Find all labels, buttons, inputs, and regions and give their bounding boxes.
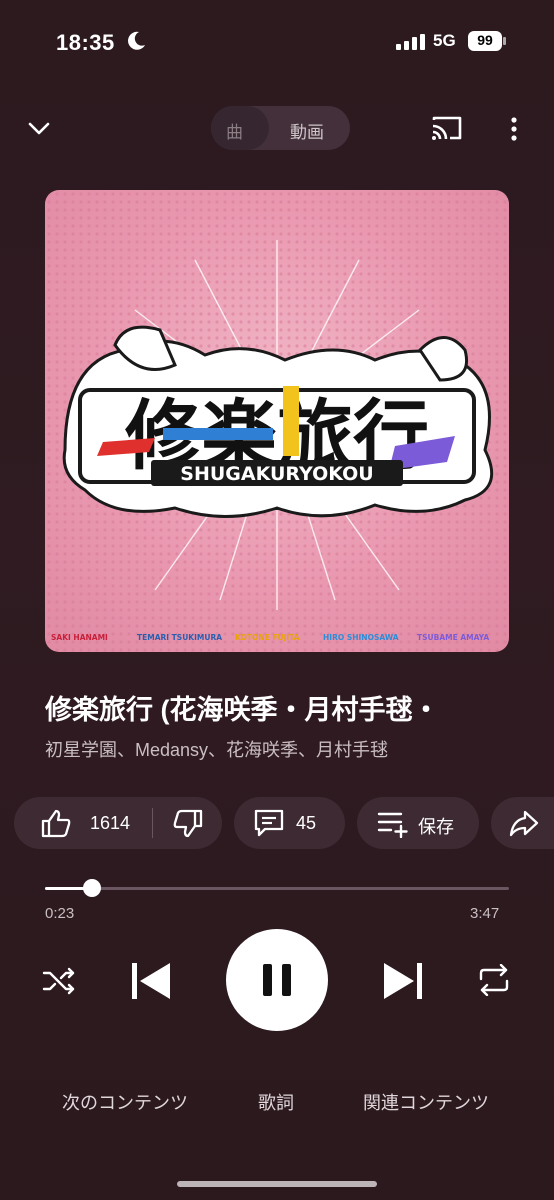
home-indicator: [177, 1181, 377, 1187]
share-icon[interactable]: [508, 808, 540, 838]
tab-lyrics[interactable]: 歌詞: [258, 1089, 294, 1115]
battery-icon: 99: [468, 31, 508, 51]
cast-icon[interactable]: [430, 114, 464, 142]
moon-icon: [128, 31, 145, 50]
credit-4: HIRO SHINOSAWA: [323, 633, 399, 642]
playlist-add-icon[interactable]: [377, 810, 409, 838]
previous-track-icon[interactable]: [130, 961, 172, 1001]
next-track-icon[interactable]: [382, 961, 424, 1001]
progress-knob[interactable]: [83, 879, 101, 897]
album-art-graphic: 修楽旅行 SHUGAKURYOKOU SAKI HANAMI TEMARI TS…: [45, 190, 509, 652]
more-options-icon[interactable]: [505, 115, 523, 143]
pill-divider: [152, 808, 153, 838]
tab-video[interactable]: 動画: [290, 118, 324, 143]
album-art: 修楽旅行 SHUGAKURYOKOU SAKI HANAMI TEMARI TS…: [45, 190, 509, 652]
comment-icon[interactable]: [253, 808, 285, 838]
track-artists[interactable]: 初星学園、Medansy、花海咲季、月村手毬: [45, 736, 515, 762]
save-label[interactable]: 保存: [418, 813, 454, 839]
thumbs-down-icon[interactable]: [172, 809, 204, 839]
total-time: 3:47: [470, 905, 500, 922]
track-title: 修楽旅行 (花海咲季・月村手毬・: [45, 695, 440, 725]
logo-subtitle: SHUGAKURYOKOU: [180, 463, 373, 485]
credit-5: TSUBAME AMAYA: [417, 633, 489, 642]
thumbs-up-icon[interactable]: [40, 808, 72, 838]
tab-up-next[interactable]: 次のコンテンツ: [62, 1089, 188, 1115]
repeat-icon[interactable]: [477, 964, 511, 996]
progress-track[interactable]: [45, 887, 509, 890]
comment-count[interactable]: 45: [296, 813, 316, 834]
like-count[interactable]: 1614: [90, 813, 130, 834]
tab-song[interactable]: 曲: [226, 118, 246, 143]
battery-level: 99: [477, 32, 493, 48]
signal-icon: [396, 34, 425, 50]
credit-1: SAKI HANAMI: [51, 633, 108, 642]
tab-related[interactable]: 関連コンテンツ: [363, 1089, 489, 1115]
pause-icon[interactable]: [259, 962, 295, 998]
credit-3: KOTONE FUJITA: [235, 633, 300, 642]
shuffle-icon[interactable]: [42, 966, 76, 996]
chevron-down-icon[interactable]: [26, 116, 52, 142]
network-label: 5G: [433, 31, 456, 50]
credit-2: TEMARI TSUKIMURA: [137, 633, 222, 642]
current-time: 0:23: [45, 905, 75, 922]
status-time: 18:35: [56, 30, 115, 55]
comments-pill[interactable]: [234, 797, 345, 849]
